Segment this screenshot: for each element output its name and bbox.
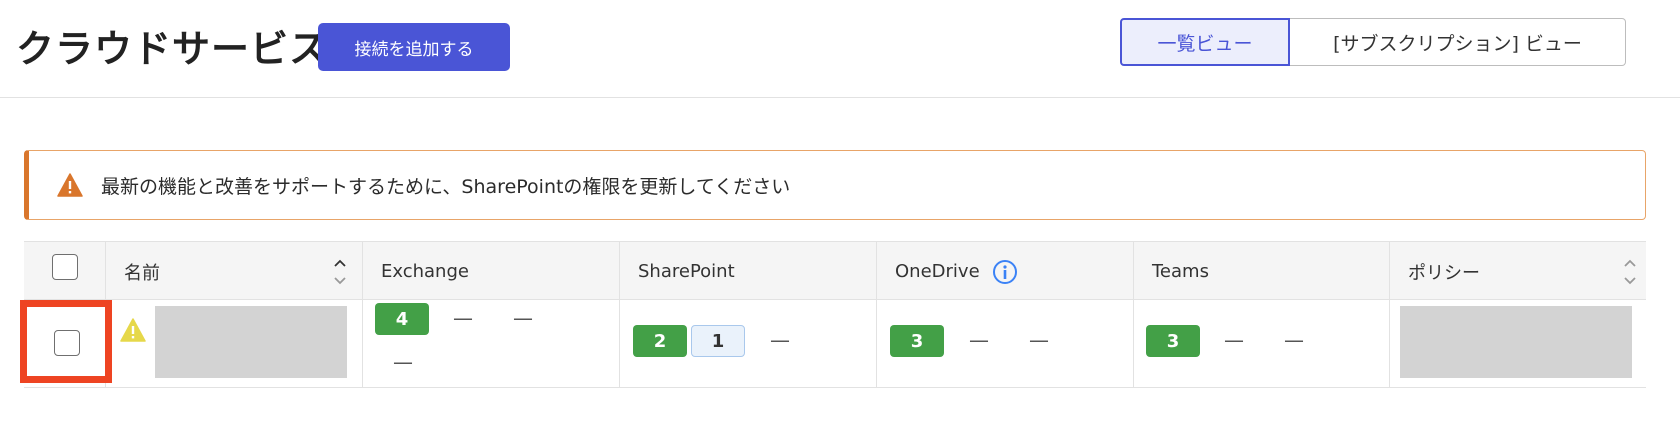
teams-count-badge[interactable]: 3 [1146, 325, 1200, 357]
policy-redacted [1400, 306, 1632, 378]
permission-alert: 最新の機能と改善をサポートするために、SharePointの権限を更新してくださ… [24, 150, 1646, 220]
onedrive-dash: — [1029, 328, 1049, 352]
table-header: 名前 Exchange SharePoint OneDrive Teams ポリ… [24, 241, 1646, 301]
exchange-count-badge[interactable]: 4 [375, 303, 429, 335]
select-all-checkbox[interactable] [52, 254, 78, 280]
column-exchange-label: Exchange [381, 261, 469, 282]
info-icon[interactable] [992, 259, 1018, 285]
onedrive-dash: — [969, 328, 989, 352]
column-exchange: Exchange [363, 242, 620, 301]
row-exchange-cell: 4 — — — [363, 300, 620, 388]
sort-icon[interactable] [332, 256, 348, 288]
column-name[interactable]: 名前 [106, 242, 363, 301]
exchange-dash: — [453, 306, 473, 330]
column-sharepoint-label: SharePoint [638, 261, 735, 282]
sharepoint-count-badge[interactable]: 2 [633, 325, 687, 357]
row-teams-cell: 3 — — [1134, 300, 1390, 388]
table-row[interactable]: 4 — — — 2 1 — 3 — — 3 — — [24, 300, 1646, 388]
subscription-view-button[interactable]: [サブスクリプション] ビュー [1290, 18, 1626, 66]
sharepoint-dash: — [770, 328, 790, 352]
column-sharepoint: SharePoint [620, 242, 877, 301]
onedrive-count-badge[interactable]: 3 [890, 325, 944, 357]
column-teams: Teams [1134, 242, 1390, 301]
page-title: クラウドサービス [16, 27, 329, 71]
warning-icon [57, 170, 87, 200]
page-header: クラウドサービス 接続を追加する 一覧ビュー [サブスクリプション] ビュー [0, 0, 1680, 98]
add-connection-button[interactable]: 接続を追加する [318, 23, 510, 71]
row-name-cell [106, 300, 363, 388]
row-sharepoint-cell: 2 1 — [620, 300, 877, 388]
checkbox-highlight-annotation [20, 300, 112, 383]
column-onedrive: OneDrive [877, 242, 1134, 301]
column-policy-label: ポリシー [1408, 262, 1480, 284]
row-policy-cell [1390, 300, 1646, 388]
view-toggle: 一覧ビュー [サブスクリプション] ビュー [1120, 18, 1626, 66]
name-redacted [155, 306, 347, 378]
column-teams-label: Teams [1152, 261, 1209, 282]
sharepoint-secondary-badge[interactable]: 1 [691, 325, 745, 357]
list-view-button[interactable]: 一覧ビュー [1120, 18, 1290, 66]
sort-icon[interactable] [1622, 256, 1638, 288]
teams-dash: — [1284, 328, 1304, 352]
row-onedrive-cell: 3 — — [877, 300, 1134, 388]
select-all-cell [24, 242, 106, 301]
column-name-label: 名前 [124, 262, 160, 284]
exchange-dash: — [393, 350, 413, 374]
column-onedrive-label: OneDrive [895, 261, 980, 282]
teams-dash: — [1224, 328, 1244, 352]
alert-message: 最新の機能と改善をサポートするために、SharePointの権限を更新してくださ… [101, 175, 791, 198]
exchange-dash: — [513, 306, 533, 330]
warning-icon [120, 318, 146, 346]
column-policy[interactable]: ポリシー [1390, 242, 1646, 301]
